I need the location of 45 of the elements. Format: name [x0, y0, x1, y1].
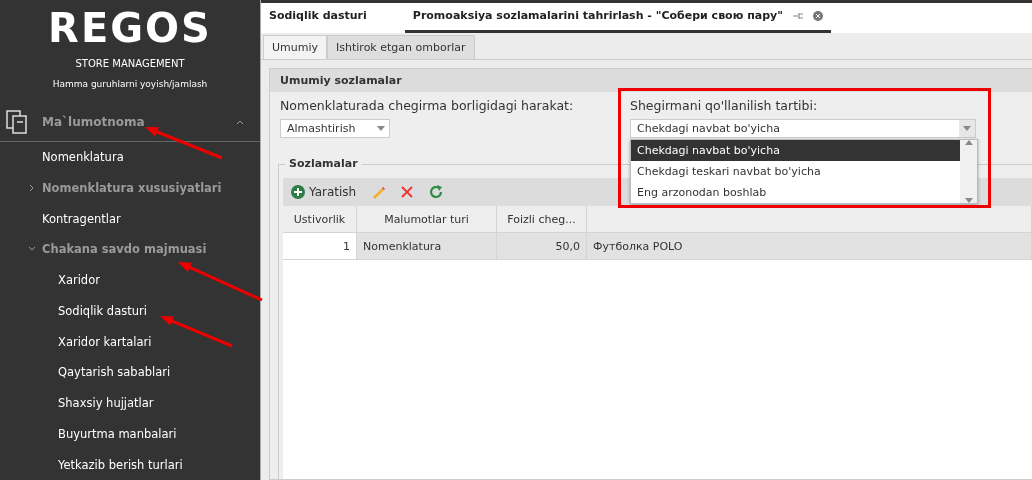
field-label: Shegirmani qo'llanilish tartibi: [630, 98, 819, 113]
dropdown-arrow-icon [964, 198, 973, 203]
document-tab[interactable]: Sodiqlik dasturi [261, 9, 375, 33]
tree-item[interactable]: Kontragentlar [0, 203, 260, 234]
scrollbar[interactable] [960, 140, 977, 203]
table-cell: 1 [283, 233, 357, 259]
tree-item[interactable]: Nomenklatura [0, 141, 260, 173]
dropdown-arrow-icon [377, 126, 385, 131]
dropdown-option[interactable]: Eng arzonodan boshlab [631, 182, 960, 203]
close-icon[interactable] [813, 10, 823, 21]
tree-item[interactable]: Buyurtma manbalari [0, 418, 260, 450]
pin-icon [793, 11, 803, 20]
book-icon [6, 109, 28, 134]
logo: REGOS [47, 4, 213, 52]
logo-subtitle: STORE MANAGEMENT [74, 58, 186, 69]
column-header[interactable]: Foizli cheg... [497, 206, 587, 232]
document-tab[interactable]: Promoaksiya sozlamalarini tahrirlash - "Собери свою пару" [404, 9, 831, 33]
scroll-up-icon [964, 140, 973, 145]
table-cell: 50,0 [497, 233, 587, 259]
tree-item[interactable]: Shaxsiy hujjatlar [0, 387, 260, 419]
group-title: Sozlamalar [285, 157, 362, 170]
tab[interactable]: Umumiy [263, 35, 328, 59]
plus-icon [291, 185, 305, 199]
section-title: Umumiy sozlamalar [270, 69, 1032, 92]
field-label: Nomenklaturada chegirma borligidagi harakat: [280, 98, 575, 113]
delete-button[interactable] [400, 185, 415, 199]
dropdown-option[interactable]: Chekdagi navbat bo'yicha [631, 140, 960, 161]
dropdown-arrow-icon [963, 126, 971, 131]
tree-item[interactable]: Yetkazib berish turlari [0, 449, 260, 480]
refresh-button[interactable] [428, 184, 445, 200]
dropdown-field[interactable]: Chekdagi navbat bo'yicha [630, 119, 976, 138]
tree-item[interactable]: Nomenklatura xususiyatlari [0, 172, 260, 204]
tree-item[interactable]: Qaytarish sabablari [0, 356, 260, 388]
table-cell: Футболка POLO [587, 233, 1032, 259]
tree-item[interactable]: Xaridor kartalari [0, 326, 260, 357]
dropdown-field[interactable]: Almashtirish [280, 119, 390, 138]
create-button[interactable]: Yaratish [291, 185, 357, 199]
tree-item[interactable]: Sodiqlik dasturi [0, 295, 260, 327]
tree-item[interactable]: Chakana savdo majmuasi [0, 233, 260, 265]
tree-item[interactable]: Xaridor [0, 264, 260, 296]
expand-collapse-link[interactable]: Hamma guruhlarni yoyish/jamlash [0, 79, 260, 89]
column-header[interactable]: Ustivorlik [283, 206, 357, 232]
tab[interactable]: Ishtirok etgan omborlar [327, 35, 475, 59]
table-cell: Nomenklatura [357, 233, 497, 259]
column-header[interactable]: Malumotlar turi [357, 206, 497, 232]
